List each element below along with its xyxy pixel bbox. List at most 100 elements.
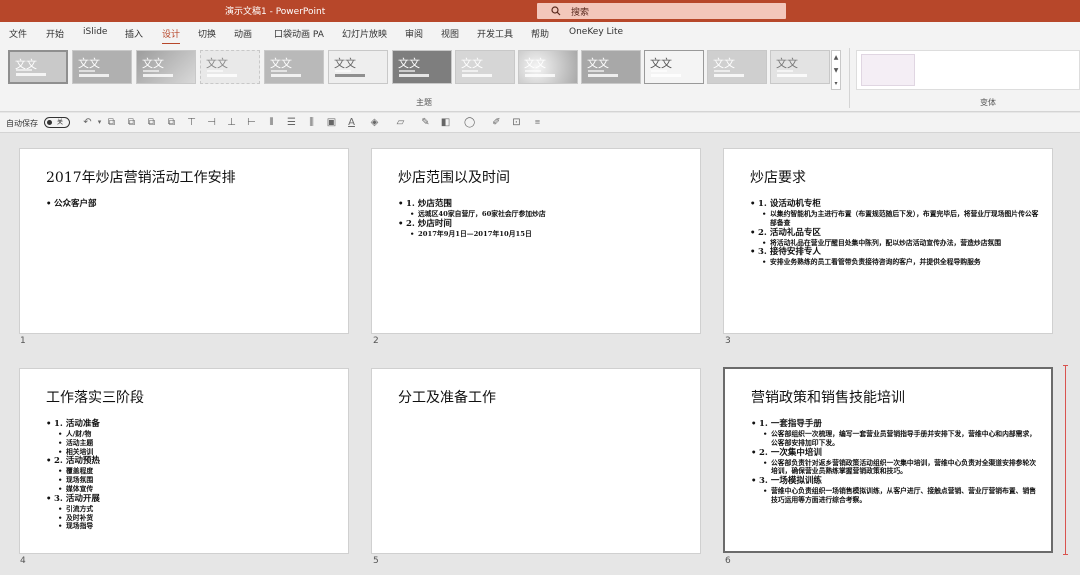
bullet-level-1: 2. 一次集中培训	[751, 448, 1041, 459]
bullet-level-1: 2. 炒店时间	[398, 219, 688, 230]
theme-thumbnail[interactable]: 文文	[644, 50, 704, 84]
slide-number: 4	[20, 556, 26, 566]
slide-title: 炒店范围以及时间	[398, 170, 510, 186]
slide-number: 6	[725, 556, 731, 566]
slide-body: 1. 活动准备 人/财/物 活动主题 相关培训 2. 活动预热 覆盖程度 现场氛…	[46, 419, 336, 531]
bullet-level-1: 公众客户部	[46, 199, 336, 210]
tab-insert[interactable]: 插入	[125, 27, 143, 40]
bullet-level-2: 安排业务熟练的员工看管带负责接待咨询的客户，并提供全程导购服务	[750, 258, 1040, 267]
theme-thumbnail[interactable]: 文文	[264, 50, 324, 84]
distribute-icon[interactable]: ⫼	[306, 117, 317, 128]
slide-thumbnail-6[interactable]: 营销政策和销售技能培训 1. 一套指导手册 公客部组织一次梳理，编写一套营业员营…	[723, 367, 1053, 553]
scroll-indicator[interactable]	[1063, 365, 1068, 555]
theme-gallery-scroller[interactable]: ▲ ▼ ▾	[831, 50, 841, 90]
tab-onekey-lite[interactable]: OneKey Lite	[569, 27, 623, 37]
theme-thumbnail[interactable]: 文文	[200, 50, 260, 84]
theme-thumbnail[interactable]: 文文	[581, 50, 641, 84]
bullet-level-2: 2017年9月1日—2017年10月15日	[398, 230, 688, 239]
theme-thumbnail[interactable]: 文文	[136, 50, 196, 84]
slide-thumbnail-1[interactable]: 2017年炒店营销活动工作安排 公众客户部	[19, 148, 349, 334]
tab-pocket-animation[interactable]: 口袋动画 PA	[274, 27, 324, 40]
tab-file[interactable]: 文件	[9, 27, 27, 40]
align-icon[interactable]: ⊣	[206, 117, 217, 128]
slide-number: 1	[20, 336, 26, 346]
search-box[interactable]: 搜索	[537, 3, 786, 19]
customize-toolbar-icon[interactable]: ≡	[532, 117, 543, 128]
chevron-down-icon[interactable]: ▾	[94, 117, 105, 128]
theme-thumbnail[interactable]: 文文	[72, 50, 132, 84]
pen-icon[interactable]: ✐	[491, 117, 502, 128]
tab-animations[interactable]: 动画	[234, 27, 252, 40]
group-icon[interactable]: ▣	[326, 117, 337, 128]
variant-thumbnail[interactable]	[861, 54, 915, 86]
distribute-icon[interactable]: ⫴	[266, 117, 277, 128]
slide-title: 营销政策和销售技能培训	[751, 390, 905, 406]
fill-color-icon[interactable]: ◈	[369, 117, 380, 128]
format-icon[interactable]: ⧉	[126, 117, 137, 128]
align-icon[interactable]: ⊢	[246, 117, 257, 128]
slide-title: 工作落实三阶段	[46, 390, 144, 406]
bullet-level-2: 人/财/物	[46, 430, 336, 439]
align-icon[interactable]: ⊤	[186, 117, 197, 128]
distribute-icon[interactable]: ☰	[286, 117, 297, 128]
bullet-level-1: 3. 活动开展	[46, 494, 336, 505]
tab-view[interactable]: 视图	[441, 27, 459, 40]
slide-body: 1. 炒店范围 远城区40家自营厅，60家社会厅参加炒店 2. 炒店时间 201…	[398, 199, 688, 239]
theme-thumbnail[interactable]: 文文	[455, 50, 515, 84]
bullet-level-2: 现场氛围	[46, 476, 336, 485]
tab-slideshow[interactable]: 幻灯片放映	[342, 27, 387, 40]
tab-home[interactable]: 开始	[46, 27, 64, 40]
variants-gallery	[856, 50, 1080, 90]
align-icon[interactable]: ⊥	[226, 117, 237, 128]
bullet-level-2: 以集约智能机为主进行布置（布置规范随后下发），布置完毕后，将营业厅现场图片传公客…	[750, 210, 1040, 228]
tab-review[interactable]: 审阅	[405, 27, 423, 40]
bullet-level-1: 3. 一场模拟训练	[751, 476, 1041, 487]
bullet-level-2: 引流方式	[46, 505, 336, 514]
slide-thumbnail-4[interactable]: 工作落实三阶段 1. 活动准备 人/财/物 活动主题 相关培训 2. 活动预热 …	[19, 368, 349, 554]
bullet-level-2: 覆盖程度	[46, 467, 336, 476]
slide-number: 3	[725, 336, 731, 346]
slide-body: 1. 一套指导手册 公客部组织一次梳理，编写一套营业员营销指导手册并安排下发，营…	[751, 419, 1041, 505]
slide-number: 2	[373, 336, 379, 346]
slide-number: 5	[373, 556, 379, 566]
slide-thumbnail-5[interactable]: 分工及准备工作	[371, 368, 701, 554]
format-icon[interactable]: ⧉	[106, 117, 117, 128]
theme-thumbnail[interactable]: 文文	[707, 50, 767, 84]
window-title: 演示文稿1 - PowerPoint	[225, 7, 326, 17]
more-icon[interactable]: ▾	[832, 77, 840, 90]
theme-thumbnail[interactable]: 文文	[518, 50, 578, 84]
autosave-toggle[interactable]: 关	[44, 117, 70, 128]
slide-thumbnail-2[interactable]: 炒店范围以及时间 1. 炒店范围 远城区40家自营厅，60家社会厅参加炒店 2.…	[371, 148, 701, 334]
crop-icon[interactable]: ⊡	[511, 117, 522, 128]
tab-islide[interactable]: iSlide	[83, 27, 107, 37]
bullet-level-2: 公客部组织一次梳理，编写一套营业员营销指导手册并安排下发，营维中心和内部需求，公…	[751, 430, 1041, 448]
format-icon[interactable]: ⧉	[146, 117, 157, 128]
tab-developer[interactable]: 开发工具	[477, 27, 513, 40]
theme-thumbnail[interactable]: 文文	[8, 50, 68, 84]
bullet-level-2: 现场指导	[46, 522, 336, 531]
slide-thumbnail-3[interactable]: 炒店要求 1. 设活动机专柜 以集约智能机为主进行布置（布置规范随后下发），布置…	[723, 148, 1053, 334]
tab-transitions[interactable]: 切换	[198, 27, 216, 40]
tab-design[interactable]: 设计	[162, 27, 181, 45]
bullet-level-1: 1. 一套指导手册	[751, 419, 1041, 430]
shape-fill-icon[interactable]: ◧	[440, 117, 451, 128]
font-color-icon[interactable]: A	[346, 117, 357, 128]
bullet-level-1: 1. 炒店范围	[398, 199, 688, 210]
chevron-up-icon[interactable]: ▲	[832, 51, 840, 64]
theme-thumbnail[interactable]: 文文	[392, 50, 452, 84]
bullet-level-1: 2. 活动礼品专区	[750, 228, 1040, 239]
theme-thumbnail[interactable]: 文文	[328, 50, 388, 84]
tab-help[interactable]: 帮助	[531, 27, 549, 40]
chevron-down-icon[interactable]: ▼	[832, 64, 840, 77]
undo-icon[interactable]: ↶	[82, 117, 93, 128]
slide-title: 2017年炒店营销活动工作安排	[46, 170, 236, 186]
outline-color-icon[interactable]: ▱	[395, 117, 406, 128]
shape-icon[interactable]: ◯	[464, 117, 475, 128]
slide-body: 1. 设活动机专柜 以集约智能机为主进行布置（布置规范随后下发），布置完毕后，将…	[750, 199, 1040, 267]
theme-thumbnail[interactable]: 文文	[770, 50, 830, 84]
format-painter-icon[interactable]: ✎	[420, 117, 431, 128]
bullet-level-2: 远城区40家自营厅，60家社会厅参加炒店	[398, 210, 688, 219]
bullet-level-2: 活动主题	[46, 439, 336, 448]
bullet-level-1: 2. 活动预热	[46, 456, 336, 467]
format-icon[interactable]: ⧉	[166, 117, 177, 128]
